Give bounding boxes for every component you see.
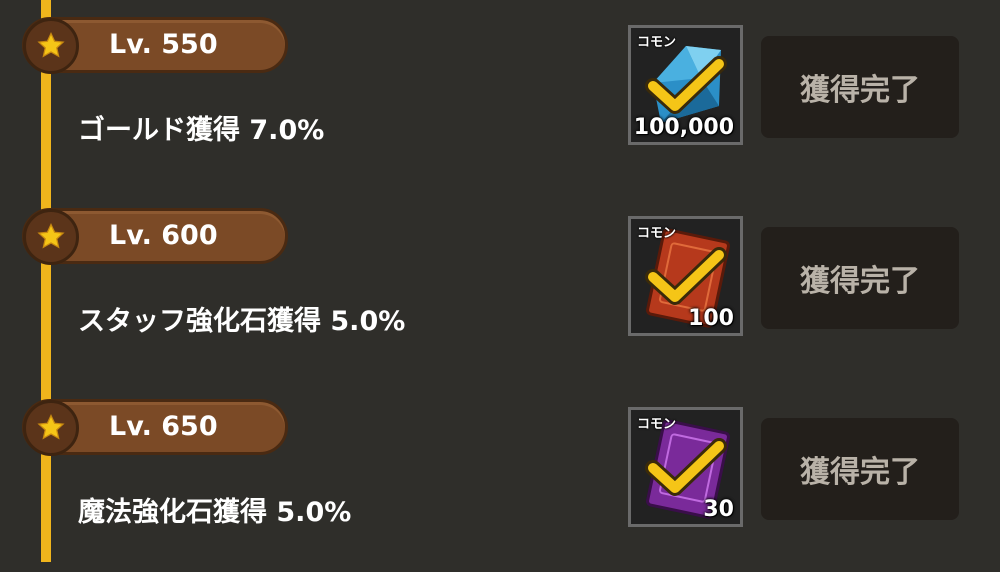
rarity-label: コモン [637, 226, 677, 241]
reward-item[interactable]: コモン 100,000 [628, 25, 743, 145]
bonus-description: スタッフ強化石獲得 5.0% [78, 306, 406, 337]
claimed-button[interactable]: 獲得完了 [761, 227, 959, 329]
level-label: Lv. 650 [109, 411, 218, 442]
reward-item[interactable]: コモン 100 [628, 216, 743, 336]
check-icon [645, 438, 727, 496]
reward-item[interactable]: コモン 30 [628, 407, 743, 527]
reward-quantity: 30 [703, 497, 734, 522]
level-pill: Lv. 650 [22, 399, 288, 456]
bonus-description: 魔法強化石獲得 5.0% [78, 497, 352, 528]
level-label: Lv. 600 [109, 220, 218, 251]
rarity-label: コモン [637, 417, 677, 432]
reward-quantity: 100 [688, 306, 734, 331]
level-label: Lv. 550 [109, 29, 218, 60]
level-pill: Lv. 600 [22, 208, 288, 265]
level-pill: Lv. 550 [22, 17, 288, 74]
star-icon [23, 400, 79, 456]
milestone-row: Lv. 600 スタッフ強化石獲得 5.0% コモン 100 獲得完了 [0, 191, 1000, 381]
check-icon [645, 247, 727, 305]
claimed-button[interactable]: 獲得完了 [761, 36, 959, 138]
milestone-row: Lv. 650 魔法強化石獲得 5.0% コモン 30 獲得完了 [0, 382, 1000, 572]
reward-quantity: 100,000 [633, 115, 734, 140]
claimed-button[interactable]: 獲得完了 [761, 418, 959, 520]
check-icon [645, 56, 727, 114]
star-icon [23, 209, 79, 265]
bonus-description: ゴールド獲得 7.0% [78, 115, 325, 146]
milestone-row: Lv. 550 ゴールド獲得 7.0% コモン 100,000 獲得完了 [0, 0, 1000, 190]
rarity-label: コモン [637, 35, 677, 50]
star-icon [23, 18, 79, 74]
